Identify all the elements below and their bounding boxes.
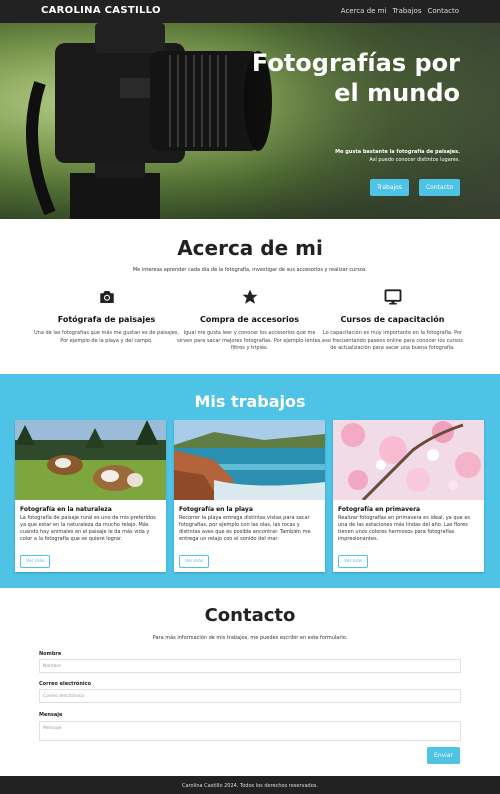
footer-text: Carolina Castillo 2024. Todos los derech… (182, 783, 318, 789)
hero-title: Fotografías por el mundo (200, 48, 460, 108)
footer: Carolina Castillo 2024. Todos los derech… (0, 776, 500, 794)
card-title: Fotografía en primavera (338, 506, 421, 513)
send-button[interactable]: Enviar (427, 747, 460, 764)
contact-lead: Para más información de mis trabajos, me… (152, 635, 348, 641)
name-input[interactable]: Nombre (39, 659, 461, 673)
hero-buttons: Trabajos Contacto (370, 179, 460, 196)
navbar: CAROLINA CASTILLO Acerca de mi Trabajos … (0, 0, 500, 23)
blossoms-image (333, 420, 484, 500)
feature-title: Cursos de capacitación (340, 315, 445, 324)
works-section: Mis trabajos Fotografía en la naturaleza… (0, 374, 500, 588)
contact-title: Contacto (204, 605, 296, 626)
cows-image (15, 420, 166, 500)
about-lead: Me interesa aprender cada día de la foto… (132, 267, 368, 273)
message-textarea[interactable]: Mensaje (39, 721, 461, 741)
card-text: Recorrer la playa entrega distintas vist… (179, 515, 311, 542)
works-title: Mis trabajos (194, 392, 306, 411)
work-card-spring: Fotografía en primavera Realizar fotogra… (333, 420, 484, 572)
feature-accessories: Compra de accesorios Igual me gusta leer… (177, 288, 322, 353)
see-more-button[interactable]: Ver más (338, 555, 369, 568)
name-label: Nombre (39, 651, 62, 657)
feature-courses: Cursos de capacitación Lo capacitación e… (320, 288, 465, 353)
works-button[interactable]: Trabajos (370, 179, 409, 196)
feature-text: Igual me gusta leer y conocer los acceso… (177, 330, 322, 351)
email-input[interactable]: Correo electrónico (39, 689, 461, 703)
see-more-button[interactable]: Ver más (179, 555, 210, 568)
message-label: Mensaje (39, 712, 63, 718)
feature-text: Lo capacitación es muy importante en la … (322, 330, 463, 351)
hero-section: Fotografías por el mundo Me gusta bastan… (0, 23, 500, 219)
camera-icon (99, 291, 114, 303)
card-image-cows (15, 420, 166, 500)
feature-title: Fotógrafa de paisajes (57, 315, 156, 324)
nav-link-contact[interactable]: Contacto (427, 7, 459, 15)
hero-title-line1: Fotografías por (251, 49, 460, 77)
card-title: Fotografía en la playa (179, 506, 253, 513)
brand-logo[interactable]: CAROLINA CASTILLO (41, 5, 161, 16)
nav-link-works[interactable]: Trabajos (392, 7, 421, 15)
feature-title: Compra de accesorios (199, 315, 299, 324)
nav-links: Acerca de mi Trabajos Contacto (341, 7, 459, 15)
card-title: Fotografía en la naturaleza (20, 506, 112, 513)
card-text: La fotografía de paisaje rural es uno de… (20, 515, 156, 542)
hero-title-line2: el mundo (334, 79, 460, 107)
hero-subtitle-line2: Así puedo conocer distintos lugares. (369, 157, 460, 163)
card-image-blossoms (333, 420, 484, 500)
about-title: Acerca de mi (177, 236, 323, 260)
monitor-icon (384, 289, 401, 305)
email-label: Correo electrónico (39, 681, 92, 687)
card-image-beach (174, 420, 325, 500)
hero-subtitle: Me gusta bastante la fotografía de paisa… (260, 148, 460, 164)
contact-button[interactable]: Contacto (418, 179, 460, 196)
feature-landscapes: Fotógrafa de paisajes Una de las fotogra… (34, 288, 179, 345)
work-card-nature: Fotografía en la naturaleza La fotografí… (15, 420, 166, 572)
beach-image (174, 420, 325, 500)
work-card-beach: Fotografía en la playa Recorrer la playa… (174, 420, 325, 572)
hero-subtitle-line1: Me gusta bastante la fotografía de paisa… (335, 149, 460, 155)
star-icon (242, 289, 257, 304)
nav-link-about[interactable]: Acerca de mi (341, 7, 387, 15)
see-more-button[interactable]: Ver más (20, 555, 51, 568)
card-text: Realizar fotografías en primavera es ide… (338, 515, 471, 542)
feature-text: Una de las fotografías que más me gustan… (34, 330, 179, 344)
